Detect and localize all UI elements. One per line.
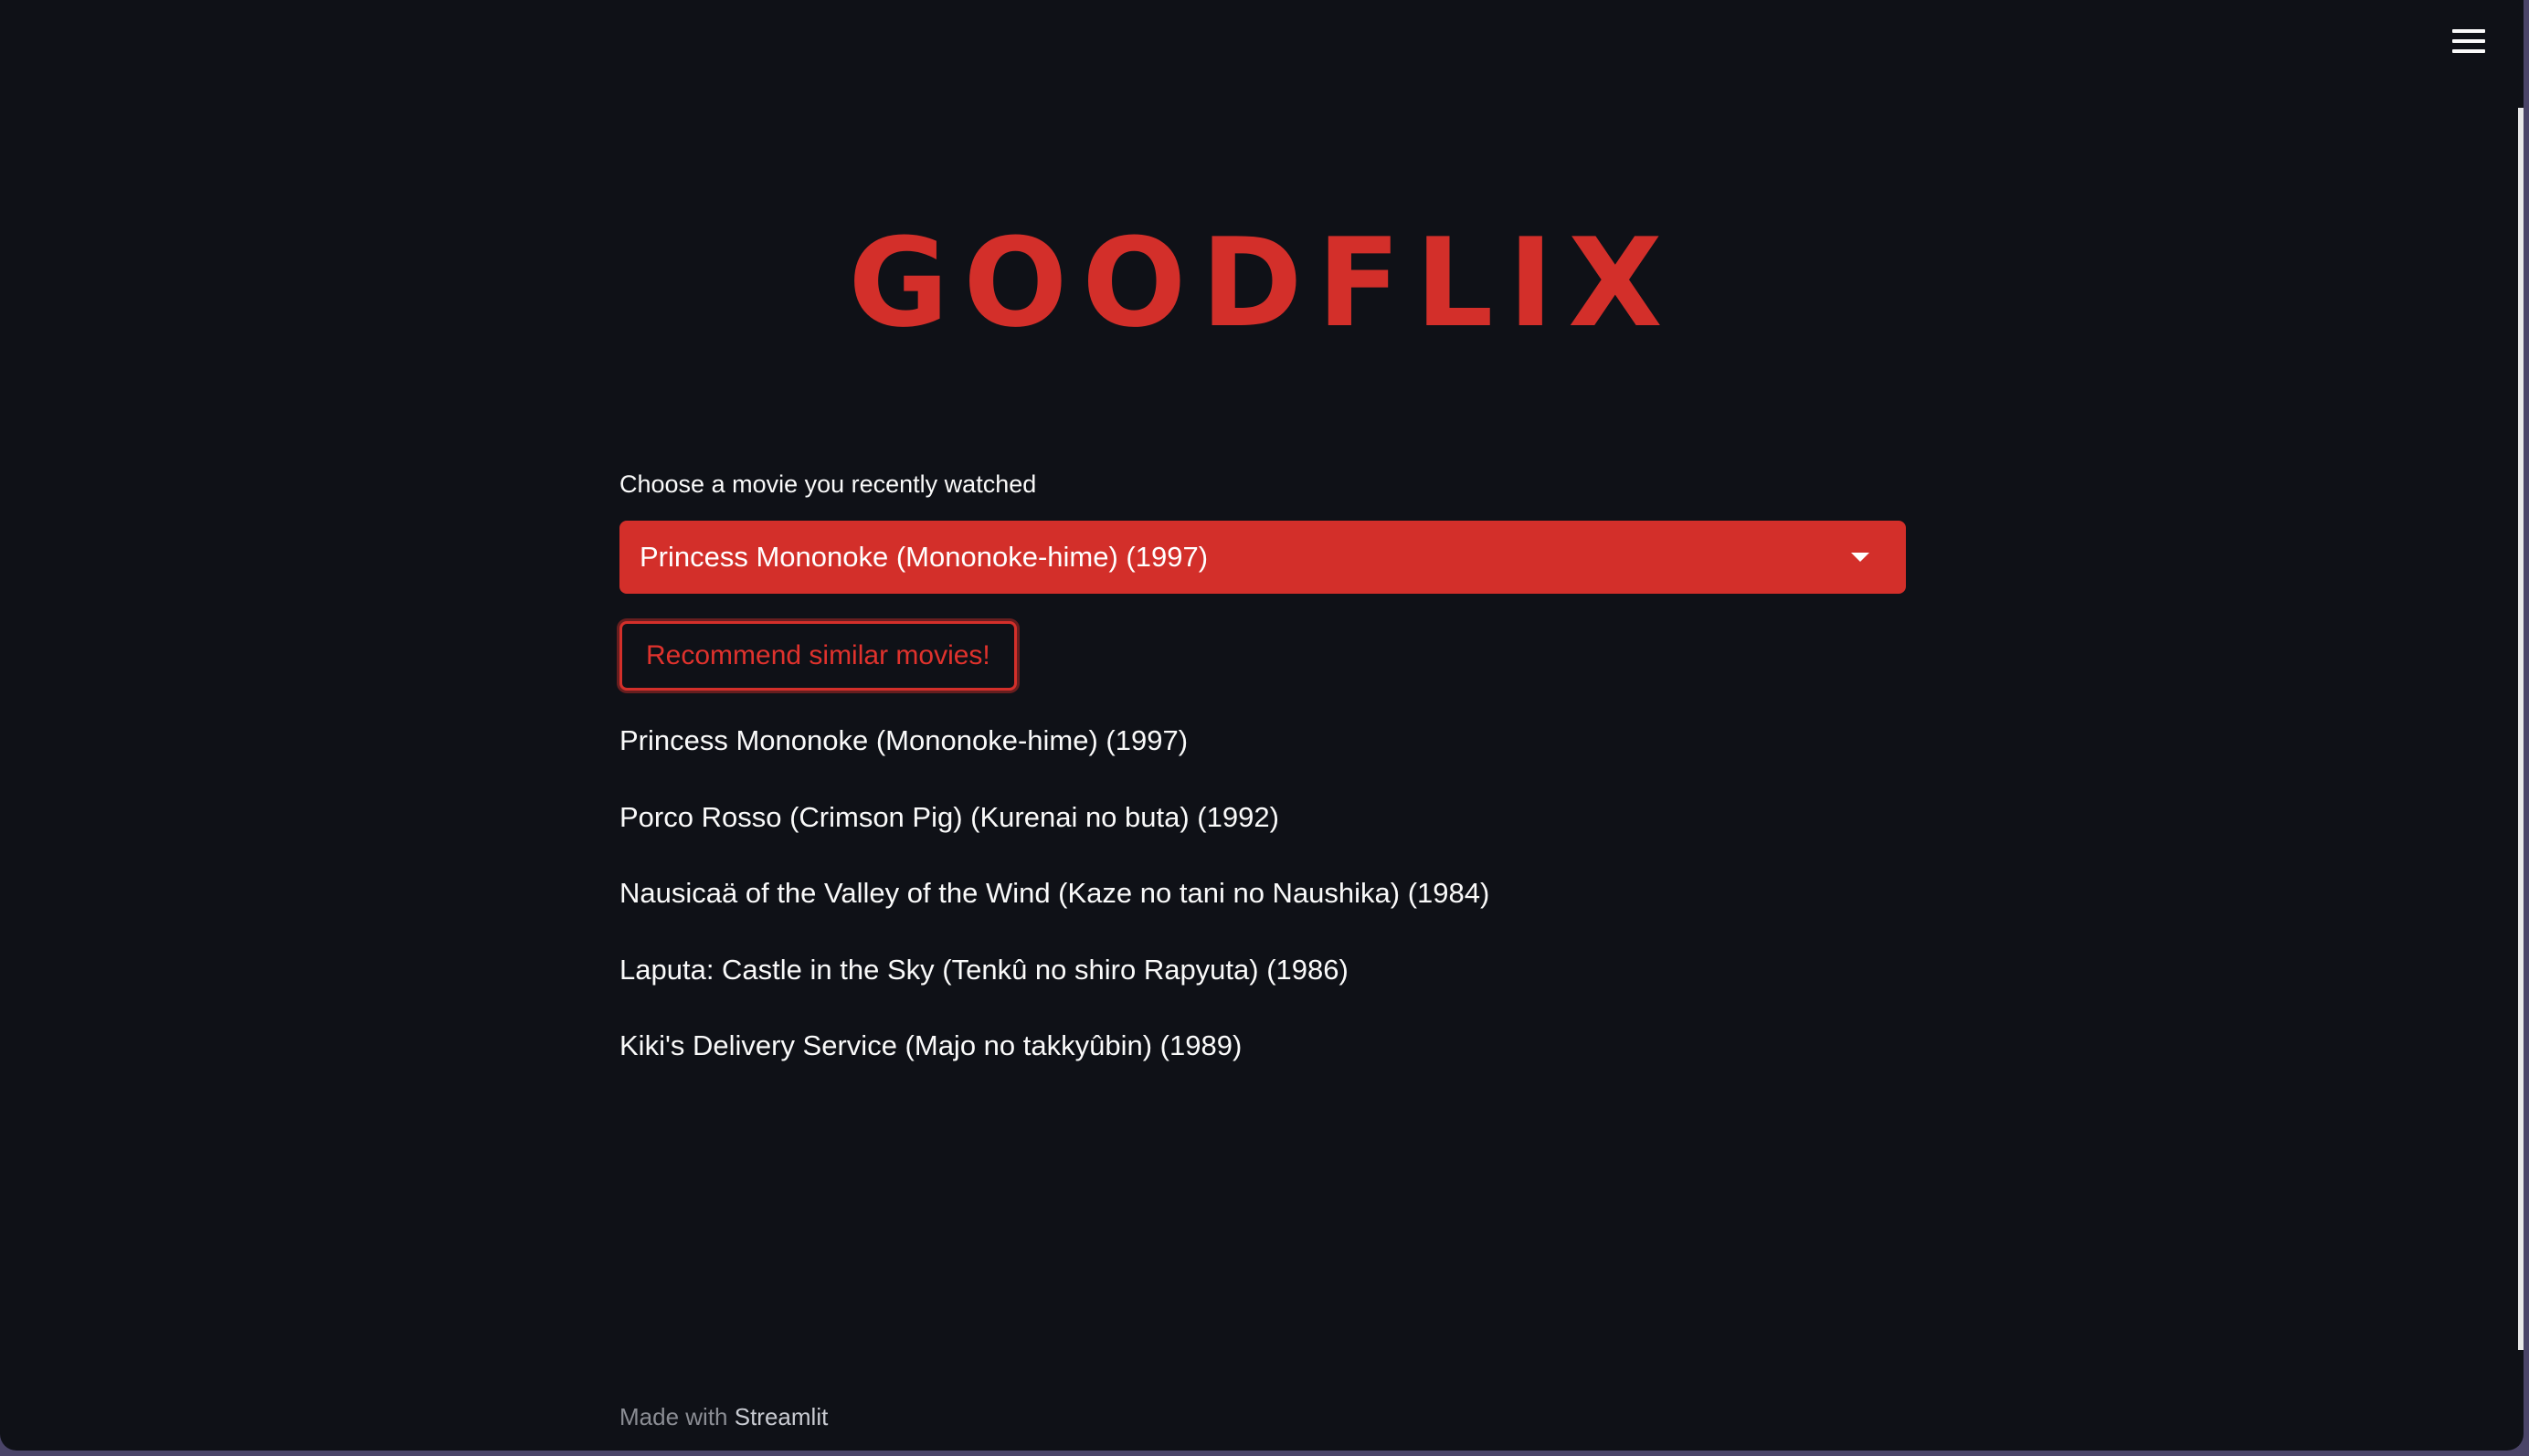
list-item: Porco Rosso (Crimson Pig) (Kurenai no bu… (619, 800, 1279, 833)
page-title: GOODFLIX (848, 212, 1677, 354)
list-item: Nausicaä of the Valley of the Wind (Kaze… (619, 877, 1490, 909)
app-window: GOODFLIX Choose a movie you recently wat… (0, 0, 2524, 1451)
list-item: Kiki's Delivery Service (Majo no takkyûb… (619, 1029, 1243, 1061)
menu-line (2452, 49, 2485, 53)
menu-line (2452, 29, 2485, 33)
movie-select-label: Choose a movie you recently watched (619, 470, 1037, 498)
footer-prefix: Made with (619, 1403, 735, 1430)
scrollbar[interactable] (2518, 108, 2524, 1350)
movie-select-dropdown[interactable]: Princess Mononoke (Mononoke-hime) (1997) (619, 521, 1906, 594)
hamburger-menu-icon[interactable] (2452, 26, 2485, 57)
movie-select-value: Princess Mononoke (Mononoke-hime) (1997) (640, 541, 1209, 573)
menu-line (2452, 39, 2485, 43)
chevron-down-icon (1851, 553, 1869, 562)
footer: Made with Streamlit (619, 1398, 828, 1436)
list-item: Laputa: Castle in the Sky (Tenkû no shir… (619, 953, 1349, 986)
recommendation-list: Princess Mononoke (Mononoke-hime) (1997)… (619, 719, 1906, 1101)
list-item: Princess Mononoke (Mononoke-hime) (1997) (619, 724, 1189, 756)
streamlit-link[interactable]: Streamlit (735, 1403, 829, 1430)
recommend-button[interactable]: Recommend similar movies! (619, 621, 1017, 691)
